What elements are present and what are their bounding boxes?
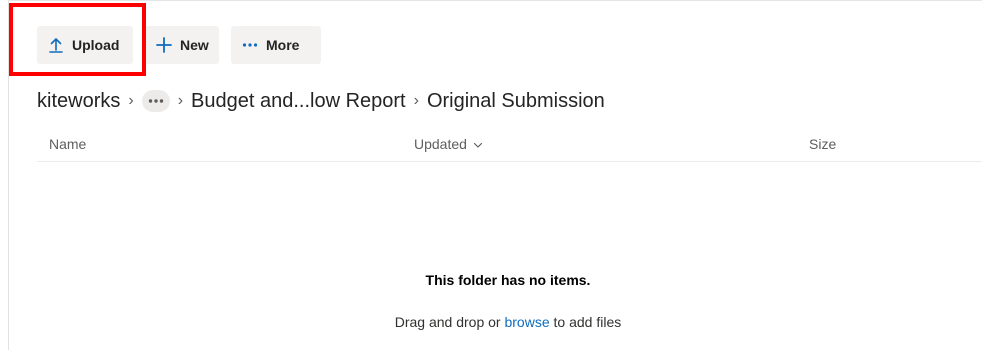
more-icon xyxy=(241,36,259,54)
breadcrumb-separator: › xyxy=(413,92,419,109)
column-header-row: Name Updated Size xyxy=(37,128,982,162)
breadcrumb-separator: › xyxy=(128,92,134,109)
chevron-down-icon xyxy=(473,136,483,152)
column-size-label: Size xyxy=(809,136,837,152)
empty-state-prefix: Drag and drop or xyxy=(394,314,505,330)
empty-state-message: Drag and drop or browse to add files xyxy=(0,314,982,330)
breadcrumb: kiteworks › › Budget and...low Report › … xyxy=(37,86,605,116)
more-button[interactable]: More xyxy=(231,26,321,64)
column-header-updated[interactable]: Updated xyxy=(414,136,483,152)
breadcrumb-current: Original Submission xyxy=(426,89,605,112)
empty-state-title: This folder has no items. xyxy=(425,272,591,288)
ellipsis-icon[interactable] xyxy=(141,90,170,112)
file-browser: Upload New More kiteworks › › Budget and… xyxy=(0,0,982,350)
breadcrumb-separator: › xyxy=(177,92,184,109)
new-label: New xyxy=(180,37,209,53)
top-divider xyxy=(8,0,982,1)
empty-state-suffix: to add files xyxy=(549,314,622,330)
column-header-size[interactable]: Size xyxy=(809,136,836,152)
column-name-label: Name xyxy=(49,136,87,152)
upload-highlight-box xyxy=(9,3,146,76)
plus-icon xyxy=(155,36,173,54)
more-label: More xyxy=(266,37,300,53)
new-button[interactable]: New xyxy=(145,26,219,64)
breadcrumb-middle[interactable]: Budget and...low Report xyxy=(191,90,406,113)
browse-link[interactable]: browse xyxy=(504,314,549,330)
breadcrumb-root[interactable]: kiteworks xyxy=(37,90,120,113)
column-updated-label: Updated xyxy=(414,136,467,152)
column-header-name[interactable]: Name xyxy=(49,136,86,152)
